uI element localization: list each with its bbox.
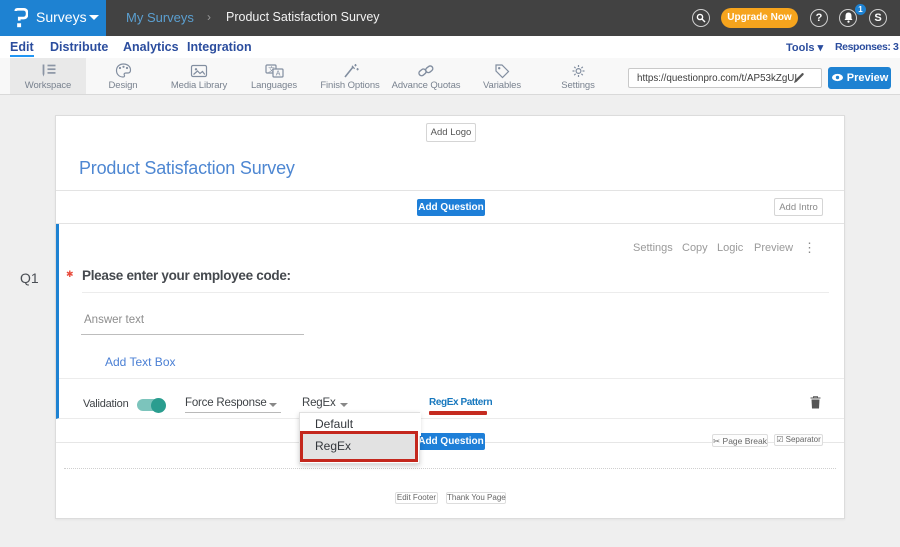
svg-text:A: A bbox=[275, 71, 280, 78]
